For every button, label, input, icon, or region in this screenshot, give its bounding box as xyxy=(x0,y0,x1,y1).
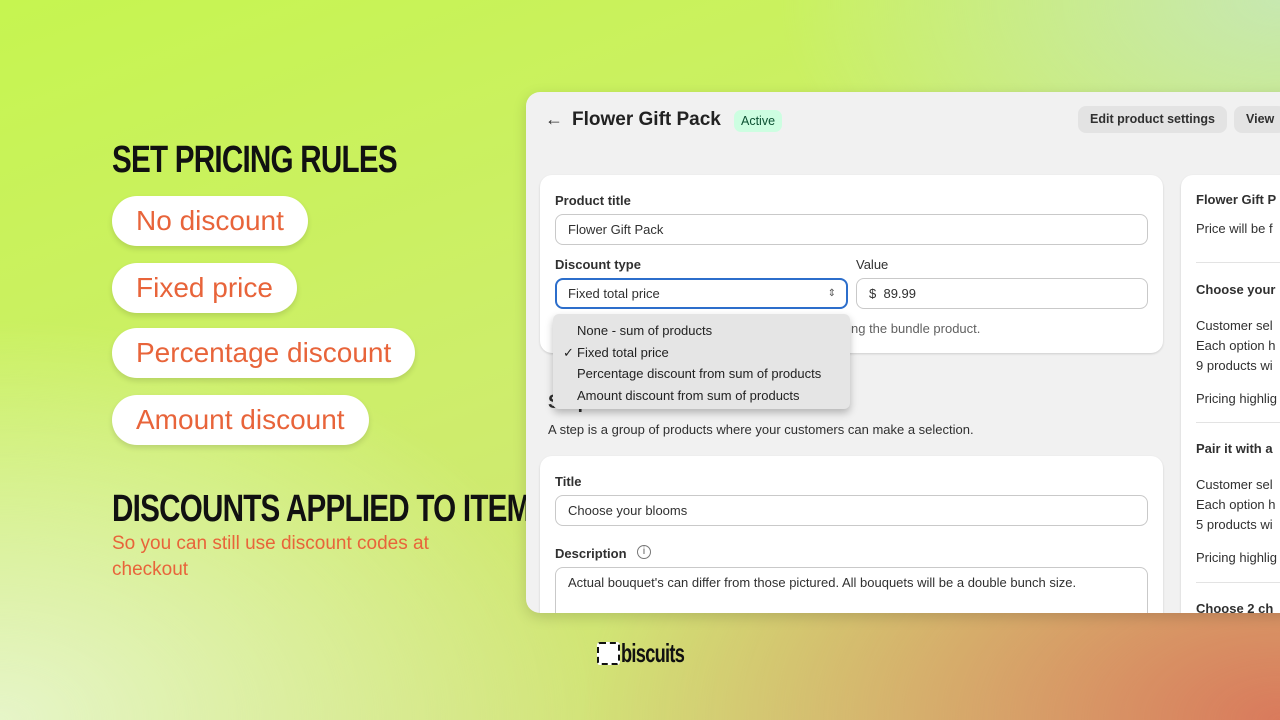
step-title-input[interactable]: Choose your blooms xyxy=(555,495,1148,526)
subtitle: So you can still use discount codes at c… xyxy=(112,533,429,580)
dropdown-option-fixed[interactable]: ✓ Fixed total price xyxy=(553,342,850,364)
status-badge: Active xyxy=(734,110,783,132)
section-line: Each option h xyxy=(1196,338,1276,353)
helper-text: ng the bundle product. xyxy=(851,321,981,336)
checkmark-icon: ✓ xyxy=(563,344,574,360)
section-line: 9 products wi xyxy=(1196,358,1273,373)
section-pricing: Pricing highlig xyxy=(1196,550,1277,565)
view-button[interactable]: View xyxy=(1234,106,1280,133)
heading-set-pricing-rules: SET PRICING RULES xyxy=(112,139,398,181)
dropdown-option-percentage[interactable]: Percentage discount from sum of products xyxy=(553,363,850,385)
pill-percentage-discount: Percentage discount xyxy=(112,328,416,378)
summary-title: Flower Gift P xyxy=(1196,192,1277,207)
edit-product-settings-button[interactable]: Edit product settings xyxy=(1078,106,1227,133)
value-label: Value xyxy=(856,257,889,272)
section-line: Each option h xyxy=(1196,497,1276,512)
summary-price-text: Price will be f xyxy=(1196,221,1273,236)
value-input[interactable]: $ 89.99 xyxy=(856,278,1148,309)
step-card: Title Choose your blooms Description i A… xyxy=(540,456,1163,613)
dropdown-option-amount[interactable]: Amount discount from sum of products xyxy=(553,385,850,407)
section-pricing: Pricing highlig xyxy=(1196,391,1277,406)
discount-type-label: Discount type xyxy=(555,257,641,272)
chevron-up-down-icon: ⇕ xyxy=(827,288,836,299)
discount-type-dropdown: None - sum of products ✓ Fixed total pric… xyxy=(553,314,850,409)
summary-card: Flower Gift P Price will be f Choose you… xyxy=(1181,175,1280,613)
section-title: Pair it with a xyxy=(1196,441,1273,456)
step-title-label: Title xyxy=(555,474,582,489)
pill-no-discount: No discount xyxy=(112,196,308,246)
logo-text: biscuits xyxy=(621,638,685,668)
discount-type-value: Fixed total price xyxy=(568,286,660,301)
logo-biscuit-icon xyxy=(597,642,620,665)
app-window: ← Flower Gift Pack Active Edit product s… xyxy=(526,92,1280,613)
divider xyxy=(1196,262,1280,263)
divider xyxy=(1196,582,1280,583)
back-arrow-icon[interactable]: ← xyxy=(545,109,563,130)
pill-amount-discount: Amount discount xyxy=(112,395,369,445)
biscuits-logo: biscuits xyxy=(597,638,711,669)
info-icon[interactable]: i xyxy=(637,545,651,559)
section-line: Customer sel xyxy=(1196,477,1273,492)
currency-symbol: $ xyxy=(869,286,877,301)
pill-fixed-price: Fixed price xyxy=(112,263,297,313)
section-title: Choose your xyxy=(1196,282,1276,297)
page-title: Flower Gift Pack xyxy=(572,109,721,130)
discount-type-select[interactable]: Fixed total price ⇕ xyxy=(555,278,848,309)
product-title-input[interactable]: Flower Gift Pack xyxy=(555,214,1148,245)
section-line: 5 products wi xyxy=(1196,517,1273,532)
dropdown-option-none[interactable]: None - sum of products xyxy=(553,320,850,342)
step-description-textarea[interactable]: Actual bouquet's can differ from those p… xyxy=(555,567,1148,613)
section-title: Choose 2 ch xyxy=(1196,601,1274,613)
step-description-label: Description xyxy=(555,546,627,561)
value-amount: 89.99 xyxy=(883,286,917,301)
product-title-label: Product title xyxy=(555,193,631,208)
heading-discounts-applied: DISCOUNTS APPLIED TO ITEMS xyxy=(112,488,550,530)
steps-description: A step is a group of products where your… xyxy=(548,422,974,437)
divider xyxy=(1196,422,1280,423)
section-line: Customer sel xyxy=(1196,318,1273,333)
